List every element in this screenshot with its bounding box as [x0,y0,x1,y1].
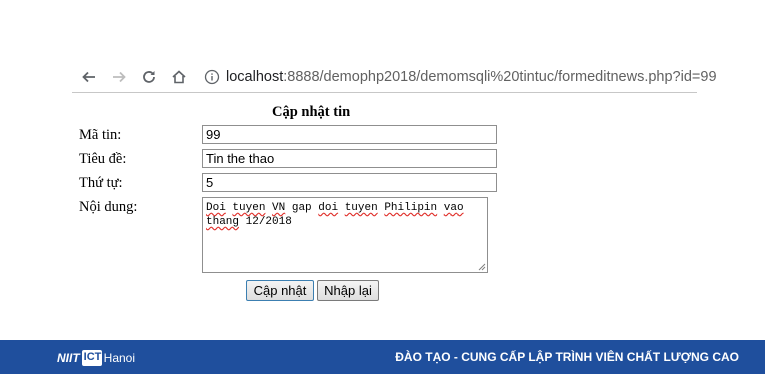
order-input[interactable]: 5 [202,173,497,192]
browser-toolbar: localhost:8888/demophp2018/demomsqli%20t… [72,62,717,93]
id-input[interactable]: 99 [202,125,497,144]
forward-arrow-icon[interactable] [108,66,130,88]
home-icon[interactable] [168,66,190,88]
niit-logo[interactable]: NIIT ICT Hanoi [57,349,135,366]
id-label: Mã tin: [79,127,122,143]
content-word: thang [206,216,240,228]
headline-label: Tiêu đề: [79,151,127,167]
content-word: tuyen [344,202,378,214]
headline-input[interactable]: Tin the thao [202,149,497,168]
content-word: VN [272,202,286,214]
url-path: :8888/demophp2018/demomsqli%20tintuc/for… [283,69,717,85]
reload-icon[interactable] [138,66,160,88]
content-rest: 12/2018 [239,216,292,228]
footer-tagline: ĐÀO TẠO - CUNG CẤP LẬP TRÌNH VIÊN CHẤT L… [395,350,739,364]
content-word: Doi [206,202,226,214]
content-word: tuyen [232,202,266,214]
info-icon[interactable] [204,67,220,87]
logo-badge-text: ICT [83,350,102,363]
content-line-1: Doi tuyen VN gap doi tuyen Philipin vao [206,201,484,215]
form-title: Cập nhật tin [272,104,351,120]
resize-grip-icon[interactable] [478,263,486,271]
logo-city: Hanoi [103,350,136,365]
address-bar[interactable]: localhost:8888/demophp2018/demomsqli%20t… [200,65,717,89]
reset-button[interactable]: Nhập lại [317,280,379,301]
back-arrow-icon[interactable] [78,66,100,88]
logo-text: NIIT [57,350,80,365]
content-line-2: thang 12/2018 [206,215,484,229]
footer-banner: NIIT ICT Hanoi ĐÀO TẠO - CUNG CẤP LẬP TR… [0,340,765,374]
content-textarea[interactable]: Doi tuyen VN gap doi tuyen Philipin vao … [202,197,488,273]
url-host: localhost [226,69,284,85]
update-button[interactable]: Cập nhật [246,280,314,301]
content-word: vao [443,202,464,214]
url-text: localhost:8888/demophp2018/demomsqli%20t… [226,69,717,85]
order-label: Thứ tự: [79,175,123,191]
logo-badge: ICT [81,349,102,366]
content-label: Nội dung: [79,199,138,215]
content-word: Philipin [384,202,438,214]
content-word: gap [291,202,312,214]
content-word: doi [318,202,339,214]
